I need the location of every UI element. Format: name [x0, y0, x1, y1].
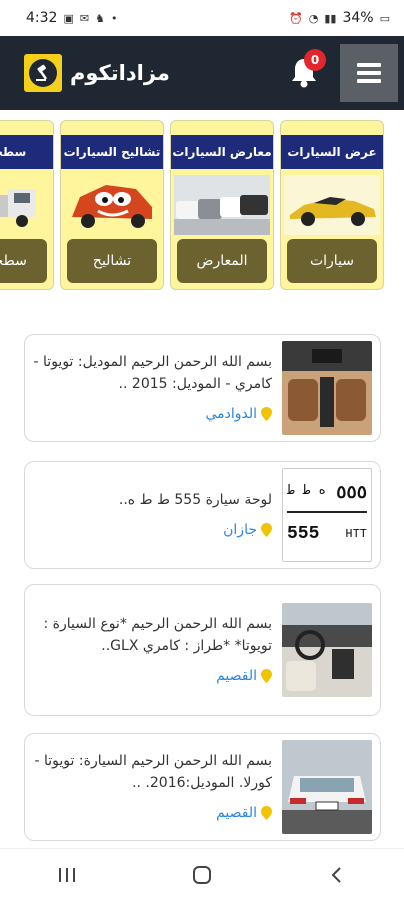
location-text: القصيم [216, 805, 257, 821]
plate-latin-letters: HTT [345, 527, 367, 541]
category-cars[interactable]: عرض السيارات سيارات [280, 120, 384, 290]
listing-location[interactable]: جازان [33, 519, 272, 541]
recent-apps-button[interactable] [37, 855, 97, 895]
signal-icon: ▮▮ [324, 11, 337, 25]
category-scrap[interactable]: تشاليح السيارات تشاليح [60, 120, 164, 290]
notifications-button[interactable]: 0 [284, 49, 326, 93]
plate-arabic-letters: ه ط ط [287, 483, 327, 498]
system-nav-bar [0, 848, 404, 900]
location-text: جازان [223, 522, 257, 538]
plate-arabic-number: ٥٥٥ [336, 485, 367, 504]
dot-icon: • [110, 11, 118, 25]
category-tow[interactable]: سطحات سطحات [0, 120, 54, 290]
notification-badge: 0 [304, 49, 326, 71]
category-carousel[interactable]: عرض السيارات سيارات معارض السيارات المعا… [0, 120, 404, 290]
back-icon [331, 866, 341, 883]
category-button[interactable]: تشاليح [67, 239, 157, 283]
brand[interactable]: مزاداتكوم [24, 54, 170, 92]
listing-card[interactable]: ه ط ط ٥٥٥ 555 HTT لوحة سيارة 555 ط ط ه..… [24, 461, 381, 569]
location-pin-icon [261, 407, 272, 421]
listing-card[interactable]: بسم الله الرحمن الرحيم الموديل: تويوتا -… [24, 334, 381, 442]
car-dashboard-image [282, 603, 372, 697]
license-plate-image: ه ط ط ٥٥٥ 555 HTT [282, 468, 372, 562]
location-text: القصيم [216, 668, 257, 684]
listing-description: بسم الله الرحمن الرحيم *نوع السيارة : تو… [43, 616, 273, 654]
location-pin-icon [261, 523, 272, 537]
recent-apps-icon [59, 867, 76, 882]
category-title: تشاليح السيارات [61, 135, 163, 169]
location-pin-icon [261, 806, 272, 820]
menu-button[interactable] [340, 44, 398, 102]
category-title: سطحات [0, 135, 53, 169]
category-showrooms[interactable]: معارض السيارات المعارض [170, 120, 274, 290]
app-icon: ♞ [95, 11, 105, 25]
location-text: الدوادمي [205, 406, 257, 422]
home-icon [192, 865, 211, 884]
tow-truck-image [0, 173, 53, 237]
alarm-icon: ⏰ [289, 11, 303, 25]
category-button[interactable]: المعارض [177, 239, 267, 283]
battery-icon: ▭ [379, 11, 390, 25]
category-title: معارض السيارات [171, 135, 273, 169]
hamburger-icon [357, 63, 381, 67]
listing-location[interactable]: القصيم [33, 802, 272, 824]
showroom-cars-image [171, 173, 273, 237]
gallery-icon: ▣ [63, 11, 74, 25]
wifi-icon: ◔ [308, 11, 319, 25]
clock: 4:32 [26, 10, 58, 26]
plate-number: 555 [287, 524, 320, 544]
notification-icon: ✉ [79, 11, 90, 25]
listing-location[interactable]: الدوادمي [33, 403, 272, 425]
app-header: مزاداتكوم 0 [0, 36, 404, 110]
home-button[interactable] [172, 855, 232, 895]
category-button[interactable]: سيارات [287, 239, 377, 283]
car-interior-image [282, 341, 372, 435]
category-button[interactable]: سطحات [0, 239, 47, 283]
listing-card[interactable]: بسم الله الرحمن الرحيم *نوع السيارة : تو… [24, 584, 381, 716]
cartoon-car-image [61, 173, 163, 237]
listing-location[interactable]: القصيم [33, 665, 272, 687]
app-title: مزاداتكوم [70, 61, 170, 85]
listing-description: بسم الله الرحمن الرحيم السيارة: تويوتا -… [34, 753, 272, 791]
gavel-logo-icon [24, 54, 62, 92]
listing-card[interactable]: بسم الله الرحمن الرحيم السيارة: تويوتا -… [24, 733, 381, 841]
category-title: عرض السيارات [281, 135, 383, 169]
status-bar: 4:32 ▣ ✉ ♞ • ⏰ ◔ ▮▮ 34% ▭ [0, 0, 404, 36]
listing-description: بسم الله الرحمن الرحيم الموديل: تويوتا -… [33, 354, 272, 392]
battery-text: 34% [342, 10, 374, 26]
listing-description: لوحة سيارة 555 ط ط ه.. [118, 492, 272, 508]
sports-car-image [281, 173, 383, 237]
car-rear-image [282, 740, 372, 834]
location-pin-icon [261, 669, 272, 683]
back-button[interactable] [307, 855, 367, 895]
